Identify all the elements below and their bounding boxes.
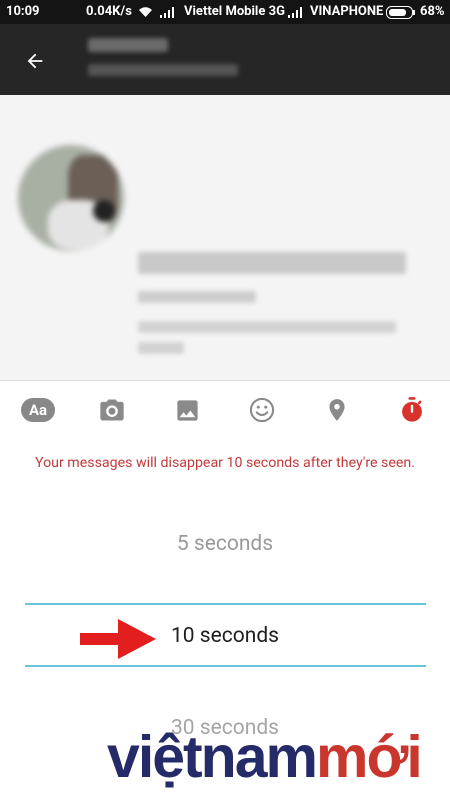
signal-icon (288, 7, 302, 18)
battery-icon (386, 6, 415, 19)
watermark-part-2: nam (200, 724, 318, 790)
camera-icon (100, 399, 124, 421)
app-bar (0, 24, 450, 95)
carrier-1: Viettel Mobile 3G (184, 4, 285, 19)
conversation-title-redacted (138, 252, 406, 274)
status-bar: 10:09 0.04K/s Viettel Mobile 3G VINAPHON… (0, 0, 450, 24)
conversation-subtitle-redacted (138, 291, 256, 303)
back-button[interactable] (18, 44, 52, 78)
stopwatch-icon (402, 397, 422, 422)
sticker-button[interactable] (242, 390, 282, 430)
battery-level: 68% (420, 4, 445, 19)
location-pin-icon (329, 399, 345, 421)
selection-divider-top (25, 603, 426, 605)
timer-option-10s-selected[interactable]: 10 seconds (0, 624, 450, 648)
red-arrow-annotation (80, 619, 156, 659)
encryption-info-redacted (138, 321, 396, 333)
status-time: 10:09 (6, 4, 40, 19)
wifi-icon (139, 7, 152, 17)
carrier-2: VINAPHONE (310, 4, 384, 19)
vietnammoi-watermark: việtnammới (107, 724, 423, 790)
signal-icon (160, 7, 174, 18)
watermark-part-1: việt (107, 724, 203, 790)
contact-status-redacted (88, 64, 238, 76)
encryption-info-redacted-2 (138, 342, 184, 354)
network-speed: 0.04K/s (86, 4, 132, 19)
gallery-button[interactable] (167, 390, 207, 430)
camera-button[interactable] (92, 390, 132, 430)
timer-option-5s[interactable]: 5 seconds (0, 532, 450, 556)
image-icon (176, 399, 198, 421)
selection-divider-bottom (25, 665, 426, 667)
text-button[interactable]: Aa (18, 390, 58, 430)
contact-name-redacted (88, 38, 168, 52)
watermark-part-3: mới (316, 724, 423, 790)
arrow-left-icon (27, 53, 43, 69)
smiley-icon (249, 397, 275, 423)
location-button[interactable] (317, 390, 357, 430)
avatar (18, 145, 124, 251)
text-format-icon: Aa (21, 398, 55, 422)
timer-button[interactable] (392, 390, 432, 430)
disappear-notice: Your messages will disappear 10 seconds … (35, 455, 415, 471)
